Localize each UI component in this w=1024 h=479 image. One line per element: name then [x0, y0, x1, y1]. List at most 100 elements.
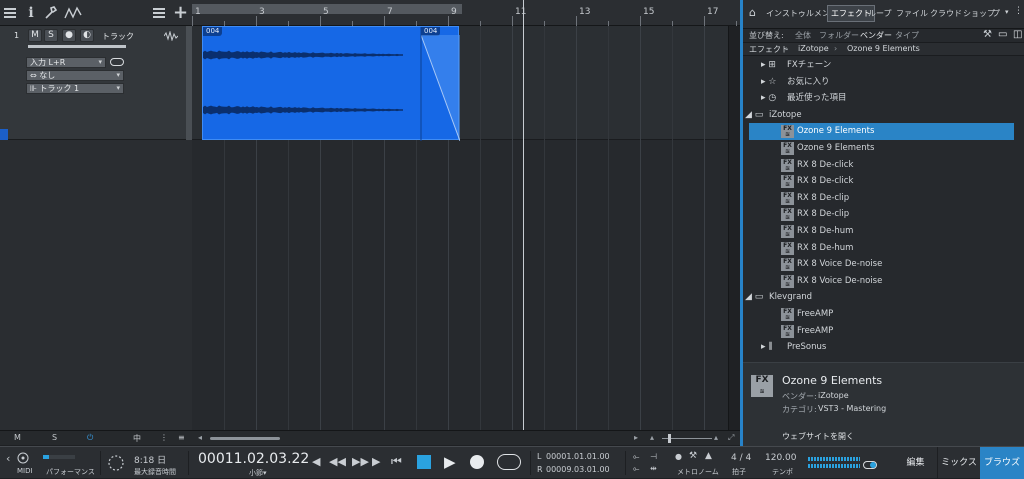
sort-option-vendor[interactable]: ベンダー: [860, 30, 892, 41]
time-signature[interactable]: 4 / 4: [731, 453, 751, 463]
scroll-right-icon[interactable]: ▸: [634, 433, 638, 442]
plugin-item[interactable]: FX ≋ Ozone 9 Elements: [743, 140, 1024, 157]
add-icon[interactable]: +: [173, 4, 188, 22]
vendor-folder[interactable]: ◢ ▭ Klevgrand: [743, 289, 1024, 306]
tool-wrench-icon[interactable]: [43, 5, 59, 21]
position-display[interactable]: 00011.02.03.22: [198, 451, 309, 467]
plugin-item[interactable]: FX ≋ RX 8 Voice De-noise: [743, 256, 1024, 273]
horizontal-scrollbar[interactable]: [210, 437, 280, 440]
automation-curve-icon[interactable]: [64, 5, 84, 21]
split-view-icon[interactable]: ◫: [1013, 29, 1022, 40]
metronome-click-icon[interactable]: ●: [675, 452, 682, 461]
browser-item[interactable]: ▸ ◷ 最近使った項目: [743, 90, 1024, 107]
window-icon[interactable]: ▭: [998, 29, 1007, 40]
list-icon[interactable]: [152, 5, 166, 21]
info-icon[interactable]: i: [26, 5, 36, 21]
sort-option-type[interactable]: タイプ: [895, 30, 919, 41]
browser-item[interactable]: ▸ ⊞ FXチェーン: [743, 57, 1024, 74]
mix-view-button[interactable]: ミックス: [937, 447, 980, 479]
audio-clip[interactable]: 004 004: [202, 26, 460, 141]
vendor-folder[interactable]: ◢ ▭ iZotope: [743, 107, 1024, 124]
output-select[interactable]: ⇔ なし ▾: [26, 70, 124, 81]
loop-left-position[interactable]: 00001.01.01.00: [546, 452, 610, 461]
tab-files[interactable]: ファイル: [896, 8, 928, 19]
solo-button[interactable]: S: [44, 29, 58, 42]
waveform-icon[interactable]: [164, 31, 178, 41]
loop-right-position[interactable]: 00009.03.01.00: [546, 465, 610, 474]
rewind-icon[interactable]: ◀◀: [329, 455, 346, 468]
input-select[interactable]: 入力 L+R ▾: [26, 57, 106, 68]
tab-loops[interactable]: ループ: [868, 8, 892, 19]
monitor-toggle-icon[interactable]: [110, 58, 124, 66]
power-icon[interactable]: ⏻: [87, 433, 93, 443]
play-button[interactable]: ▶: [444, 453, 456, 471]
metronome-icon[interactable]: ▲: [705, 451, 712, 461]
plugin-item[interactable]: FX ≋ Ozone 9 Elements: [749, 123, 1014, 141]
zoom-full-icon[interactable]: ⤢: [728, 433, 734, 443]
plugin-item[interactable]: FX ≋ RX 8 De-click: [743, 157, 1024, 174]
plugin-item[interactable]: FX ≋ RX 8 De-clip: [743, 206, 1024, 223]
metronome-settings-icon[interactable]: ⚒: [689, 451, 697, 461]
rewind-start-icon[interactable]: ◀: [312, 455, 320, 468]
stop-button[interactable]: [417, 455, 431, 469]
scroll-left-icon[interactable]: ◂: [198, 433, 202, 442]
preroll-icon[interactable]: ⟜: [633, 464, 639, 474]
track-header[interactable]: 1 M S ● ◐ トラック 入力 L+R ▾ ⇔ なし ▾ ⊪ トラック 1 ▾: [0, 26, 186, 140]
menu-icon[interactable]: [3, 5, 17, 21]
more-vertical-icon[interactable]: ⋮: [1014, 6, 1023, 16]
forward-icon[interactable]: ▶: [372, 455, 380, 468]
tab-cloud[interactable]: クラウド: [930, 8, 962, 19]
precount-icon[interactable]: ⊣: [650, 452, 657, 461]
position-unit-select[interactable]: 小節▾: [249, 468, 267, 478]
global-mute-button[interactable]: M: [14, 433, 21, 442]
monitor-button[interactable]: ◐: [80, 29, 94, 42]
record-button[interactable]: [470, 455, 484, 469]
sort-option-folder[interactable]: フォルダー: [819, 30, 859, 41]
website-link[interactable]: ウェブサイトを開く: [782, 431, 854, 442]
tab-shop[interactable]: ショップ: [963, 8, 995, 19]
chevron-down-icon[interactable]: ▾: [1005, 8, 1009, 16]
browser-item[interactable]: ▸ ⫼ PreSonus: [743, 339, 1024, 356]
arrange-view[interactable]: 004 004: [192, 26, 728, 430]
plugin-item[interactable]: FX ≋ RX 8 Voice De-noise: [743, 273, 1024, 290]
fast-forward-icon[interactable]: ▶▶: [352, 455, 369, 468]
breadcrumb-item[interactable]: Ozone 9 Elements: [847, 44, 920, 53]
autopunch-icon[interactable]: ⇹: [650, 464, 657, 473]
plugin-item[interactable]: FX ≋ RX 8 De-hum: [743, 240, 1024, 257]
channel-select[interactable]: ⊪ トラック 1 ▾: [26, 83, 124, 94]
toggle-icon[interactable]: [863, 461, 877, 469]
track-size-select[interactable]: 中: [133, 433, 141, 444]
tab-more[interactable]: プ: [992, 8, 1000, 19]
browse-view-button[interactable]: ブラウズ: [980, 447, 1024, 479]
tool-wrench-icon[interactable]: ⚒: [983, 29, 992, 40]
edit-view-button[interactable]: 編集: [894, 447, 937, 479]
plugin-item[interactable]: FX ≋ FreeAMP: [743, 306, 1024, 323]
plugin-item[interactable]: FX ≋ RX 8 De-hum: [743, 223, 1024, 240]
vertical-scrollbar[interactable]: [728, 26, 740, 430]
chevron-left-icon[interactable]: ‹: [6, 452, 10, 465]
sort-option-all[interactable]: 全体: [795, 30, 811, 41]
playhead[interactable]: [523, 0, 524, 430]
return-zero-icon[interactable]: ⏮: [391, 454, 402, 469]
volume-slider[interactable]: [28, 45, 126, 48]
zoom-in-icon[interactable]: ▴: [714, 433, 718, 442]
plugin-item[interactable]: FX ≋ FreeAMP: [743, 323, 1024, 340]
zoom-out-icon[interactable]: ▴: [650, 433, 654, 442]
mute-button[interactable]: M: [28, 29, 42, 42]
track-name[interactable]: トラック: [102, 31, 134, 42]
zoom-slider-handle[interactable]: [668, 434, 671, 443]
breadcrumb-item[interactable]: iZotope: [798, 44, 829, 53]
tempo-value[interactable]: 120.00: [765, 453, 797, 463]
plugin-item[interactable]: FX ≋ RX 8 De-click: [743, 173, 1024, 190]
plugin-item[interactable]: FX ≋ RX 8 De-clip: [743, 190, 1024, 207]
breadcrumb-item[interactable]: エフェクト: [749, 44, 789, 55]
list-icon[interactable]: ≡: [178, 433, 185, 442]
loop-button[interactable]: [497, 454, 521, 470]
home-icon[interactable]: ⌂: [749, 6, 756, 19]
chevron-right-icon: ›: [785, 44, 789, 53]
record-arm-button[interactable]: ●: [62, 29, 76, 42]
global-solo-button[interactable]: S: [52, 433, 57, 442]
browser-item[interactable]: ▸ ☆ お気に入り: [743, 74, 1024, 91]
punch-icon[interactable]: ⟜: [633, 452, 639, 462]
chevron-down-icon[interactable]: ⋮: [160, 433, 168, 442]
